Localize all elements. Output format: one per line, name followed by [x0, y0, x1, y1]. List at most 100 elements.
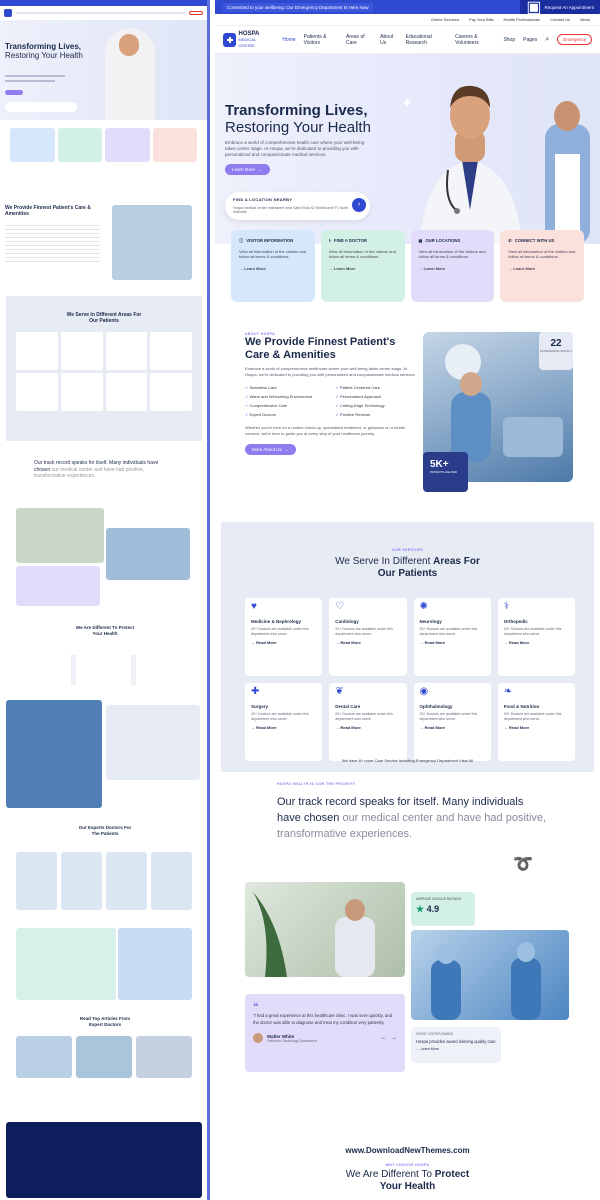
- next-arrow-icon[interactable]: →: [391, 1035, 397, 1041]
- read-more-link[interactable]: → Read More: [251, 640, 316, 645]
- emergency-button[interactable]: Emergency: [557, 34, 592, 45]
- service-name: Cardiology: [335, 619, 359, 624]
- service-name: Medicine & Nephrology: [251, 619, 302, 624]
- about-section: ABOUT HOSPA We Provide Finnest Patient's…: [215, 332, 600, 522]
- nav-shop[interactable]: Shop: [503, 37, 515, 43]
- feature-checklist: Seamless Care Patient-Centered Care Warm…: [245, 385, 420, 417]
- read-more-link[interactable]: → Read More: [504, 640, 569, 645]
- experience-badge: 22 EXPERIENCE SINCE 3: [539, 332, 573, 370]
- card-title: OUR LOCATIONS: [425, 238, 461, 243]
- sparkle-icon: ✚: [403, 98, 412, 109]
- service-name: Neurology: [419, 619, 442, 624]
- card-link[interactable]: → Learn More: [239, 266, 307, 272]
- about-title-line2: Care & Amenities: [245, 349, 336, 361]
- nav-areas-of-care[interactable]: Areas of Care: [346, 34, 372, 46]
- card-text: View all information of the visitors and…: [508, 248, 576, 260]
- arrow-right-icon: →: [258, 167, 263, 172]
- read-more-label: Read More: [256, 640, 277, 645]
- services-footer[interactable]: We have 8+ more Care Service including E…: [221, 758, 594, 763]
- read-more-link[interactable]: → Read More: [335, 725, 400, 730]
- logo[interactable]: HOSPA MEDICAL CENTRE: [223, 31, 270, 49]
- service-card[interactable]: ◉ Ophthalmology 20+ Doctors are available …: [413, 683, 491, 761]
- check-item: Comprehensive Care: [245, 403, 330, 408]
- years-value: 22: [550, 338, 562, 349]
- nutrition-icon: ❧: [503, 686, 513, 697]
- check-item: Warm and Welcoming Environment: [245, 394, 330, 399]
- rating-value: 4.9: [426, 904, 440, 914]
- read-more-link[interactable]: → Read More: [420, 725, 485, 730]
- service-card[interactable]: ✚ Surgery 20+ Doctors are available under …: [245, 683, 323, 761]
- service-card[interactable]: ♥ Medicine & Nephrology 20+ Doctors are av…: [245, 598, 323, 676]
- go-arrow-icon[interactable]: ›: [352, 198, 366, 212]
- patients-badge: 5K+ PATIENTS HELPED: [423, 452, 468, 492]
- appointment-label: Request An Appointment: [544, 4, 594, 10]
- request-appointment-button[interactable]: ▣ Request An Appointment: [520, 0, 600, 16]
- card-link[interactable]: → Learn More: [508, 266, 576, 272]
- clinic-photo: [245, 882, 405, 977]
- avatar: [253, 1033, 263, 1043]
- tooth-icon: ❦: [335, 686, 344, 697]
- patients-count: 5K+: [430, 459, 449, 470]
- nav-research[interactable]: Educational Research: [406, 34, 448, 46]
- learn-more-button[interactable]: Learn More →: [225, 164, 270, 175]
- info-cards: ⓘ VISITOR INFORMATION View all informatio…: [215, 230, 600, 302]
- brand-sub2: CENTRE: [238, 42, 255, 48]
- read-more-link[interactable]: → Read More: [335, 640, 400, 645]
- contact-link[interactable]: Contact Us: [550, 17, 570, 22]
- pay-bills-link[interactable]: Pay Your Bills: [469, 17, 493, 22]
- read-more-label: Read More: [424, 640, 446, 645]
- prev-arrow-icon[interactable]: ←: [381, 1035, 387, 1041]
- card-link[interactable]: → Learn More: [329, 266, 397, 272]
- nav-about[interactable]: About Us: [380, 34, 397, 46]
- award-link[interactable]: → Learn More: [416, 1047, 496, 1051]
- promo-text[interactable]: Committed to your wellbeing: Our Emergen…: [223, 2, 373, 12]
- more-about-button[interactable]: More About Us →: [245, 444, 297, 455]
- card-link-label: Learn More: [333, 265, 356, 271]
- hero-title-line1: Transforming Lives,: [225, 102, 368, 119]
- read-more-label: Read More: [424, 725, 446, 730]
- service-card[interactable]: ✺ Neurology 20+ Doctors are available unde…: [413, 598, 491, 676]
- why-title-bold: Protect: [434, 1169, 470, 1180]
- read-more-label: Read More: [508, 640, 530, 645]
- location-finder[interactable]: FIND A LOCATION NEARBY Hospa medical cen…: [225, 192, 370, 220]
- service-name: Dental Care: [335, 704, 361, 709]
- service-card[interactable]: ❦ Dental Care 20+ Doctors are available un…: [329, 683, 407, 761]
- check-item: Seamless Care: [245, 385, 330, 390]
- service-card[interactable]: ⚕ Orthopedic 20+ Doctors are available und…: [497, 598, 575, 676]
- why-title: We Are Different To Protect Your Health: [215, 1169, 600, 1193]
- check-item: Personalized Approach: [336, 394, 421, 399]
- card-find-doctor[interactable]: ⚕ FIND A DOCTOR View all information of t…: [320, 230, 405, 302]
- search-icon[interactable]: ⌕: [545, 36, 549, 44]
- patients-label: PATIENTS HELPED: [430, 470, 458, 474]
- card-link[interactable]: → Learn More: [419, 266, 487, 272]
- testimonial-section: HOSPA HEALTH IS OUR THE PRIORITY Our tra…: [215, 772, 600, 1072]
- watermark: www.DownloadNewThemes.com: [345, 1146, 470, 1155]
- read-more-link[interactable]: → Read More: [251, 725, 316, 730]
- read-more-link[interactable]: → Read More: [420, 640, 485, 645]
- bone-icon: ⚕: [503, 601, 510, 612]
- award-label: GREAT CENTER AWARD: [416, 1032, 454, 1036]
- award-link-label: Learn More: [420, 1047, 439, 1051]
- read-more-label: Read More: [340, 725, 361, 730]
- card-locations[interactable]: ▦ OUR LOCATIONS View all information of t…: [410, 230, 495, 302]
- nav-home[interactable]: Home: [282, 37, 295, 43]
- nav-pages[interactable]: Pages: [523, 37, 537, 43]
- find-value[interactable]: Hospa medical center mainstreet near Sai…: [233, 206, 362, 214]
- news-link[interactable]: News: [580, 17, 590, 22]
- service-card[interactable]: ♡ Cardiology 20+ Doctors are available und…: [329, 598, 407, 676]
- service-card[interactable]: ❧ Food & Nutrition 20+ Doctors are availab…: [497, 683, 575, 761]
- calendar-icon: ▣: [526, 0, 542, 16]
- read-more-link[interactable]: → Read More: [504, 725, 569, 730]
- card-visitor-info[interactable]: ⓘ VISITOR INFORMATION View all informatio…: [231, 230, 315, 302]
- next-section: www.DownloadNewThemes.com WHY CHOOSE HOS…: [215, 1140, 600, 1200]
- online-services-link[interactable]: Online Services: [431, 17, 459, 22]
- about-text-2: Whether you're here for a routine check-…: [245, 425, 405, 436]
- health-professionals-link[interactable]: Health Professionals: [504, 17, 541, 22]
- nav-careers[interactable]: Careers & Volunteers: [455, 34, 495, 46]
- service-desc: 20+ Doctors are available under this dep…: [251, 712, 309, 721]
- why-title-1: We Are Different To: [345, 1169, 435, 1180]
- nav-patients[interactable]: Patients & Visitors: [304, 34, 338, 46]
- service-desc: 20+ Doctors are available under this dep…: [335, 712, 393, 721]
- preview-footer: [6, 1122, 202, 1198]
- card-connect[interactable]: ✆ CONNECT WITH US View all information of…: [500, 230, 584, 302]
